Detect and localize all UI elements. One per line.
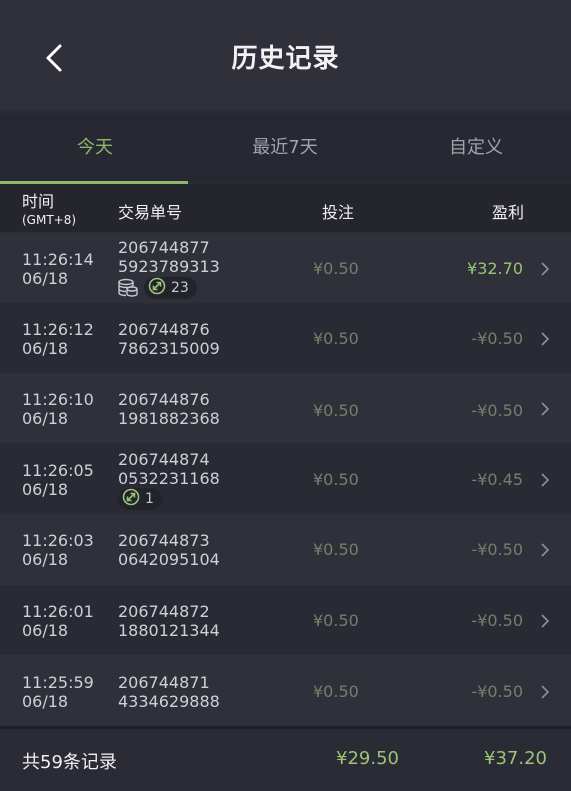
row-order-line1: 206744872 (118, 602, 210, 621)
row-time: 11:26:12 (22, 320, 94, 339)
app-header: 历史记录 (0, 0, 571, 110)
row-order-line2: 7862315009 (118, 339, 220, 358)
row-order-line1: 206744874 (118, 450, 210, 469)
row-time-cell: 11:25:59 06/18 (22, 673, 94, 711)
row-order-line1: 206744876 (118, 320, 210, 339)
row-bet: ¥0.50 (313, 329, 359, 348)
row-date: 06/18 (22, 269, 69, 288)
row-order-cell: 206744872 1880121344 (118, 602, 220, 640)
combo-badge: 23 (144, 277, 197, 299)
row-badges: 23 (118, 277, 197, 299)
column-header-time-label: 时间 (22, 192, 55, 211)
table-row[interactable]: 11:26:05 06/18 206744874 0532231168 1 ¥0… (0, 443, 571, 514)
row-time: 11:26:03 (22, 531, 94, 550)
row-order-line1: 206744877 (118, 238, 210, 257)
row-order-cell: 206744871 4334629888 (118, 673, 220, 711)
row-bet: ¥0.50 (313, 540, 359, 559)
table-row[interactable]: 11:26:10 06/18 206744876 1981882368 ¥0.5… (0, 373, 571, 443)
column-header-time: 时间 (GMT+8) (22, 193, 76, 229)
row-profit: -¥0.50 (471, 401, 523, 420)
row-profit: ¥32.70 (467, 259, 523, 278)
row-order-line2: 4334629888 (118, 692, 220, 711)
row-order-line1: 206744873 (118, 531, 210, 550)
row-bet: ¥0.50 (313, 259, 359, 278)
row-time: 11:25:59 (22, 673, 94, 692)
tab-custom[interactable]: 自定义 (381, 113, 571, 183)
row-time: 11:26:14 (22, 250, 94, 269)
table-row[interactable]: 11:25:59 06/18 206744871 4334629888 ¥0.5… (0, 655, 571, 726)
chevron-right-icon (539, 331, 551, 346)
row-order-cell: 206744874 0532231168 (118, 450, 220, 488)
row-order-cell: 206744873 0642095104 (118, 531, 220, 569)
row-time-cell: 11:26:03 06/18 (22, 531, 94, 569)
row-time: 11:26:10 (22, 390, 94, 409)
total-bet: ¥29.50 (336, 748, 399, 769)
row-order-cell: 206744877 5923789313 (118, 238, 220, 276)
row-bet: ¥0.50 (313, 401, 359, 420)
table-header: 时间 (GMT+8) 交易单号 投注 盈利 (0, 184, 571, 232)
tab-bar: 今天 最近7天 自定义 (0, 113, 571, 183)
chevron-right-icon (539, 542, 551, 557)
column-header-timezone: (GMT+8) (22, 213, 77, 227)
row-profit: -¥0.50 (471, 540, 523, 559)
coins-icon (118, 278, 138, 298)
summary-footer: 共59条记录 ¥29.50 ¥37.20 (0, 726, 571, 791)
row-order-line2: 1981882368 (118, 409, 220, 428)
chevron-right-icon (539, 613, 551, 628)
chevron-right-icon (539, 261, 551, 276)
row-time-cell: 11:26:10 06/18 (22, 390, 94, 428)
row-bet: ¥0.50 (313, 611, 359, 630)
tab-today[interactable]: 今天 (0, 113, 190, 183)
combo-badge: 1 (118, 488, 162, 510)
record-count: 共59条记录 (22, 752, 117, 773)
row-date: 06/18 (22, 692, 69, 711)
table-row[interactable]: 11:26:14 06/18 206744877 5923789313 23 ¥… (0, 233, 571, 303)
row-time-cell: 11:26:05 06/18 (22, 461, 94, 499)
row-profit: -¥0.50 (471, 611, 523, 630)
row-bet: ¥0.50 (313, 682, 359, 701)
row-order-line1: 206744876 (118, 390, 210, 409)
row-profit: -¥0.50 (471, 329, 523, 348)
row-order-line1: 206744871 (118, 673, 210, 692)
column-header-order: 交易单号 (118, 203, 183, 222)
combo-count: 1 (145, 491, 154, 507)
row-time-cell: 11:26:14 06/18 (22, 250, 94, 288)
chevron-right-icon (539, 684, 551, 699)
row-date: 06/18 (22, 550, 69, 569)
row-order-line2: 1880121344 (118, 621, 220, 640)
row-time-cell: 11:26:01 06/18 (22, 602, 94, 640)
row-order-line2: 5923789313 (118, 257, 220, 276)
row-order-line2: 0532231168 (118, 469, 220, 488)
row-order-cell: 206744876 7862315009 (118, 320, 220, 358)
row-time: 11:26:05 (22, 461, 94, 480)
row-date: 06/18 (22, 480, 69, 499)
combo-icon (122, 488, 145, 510)
row-date: 06/18 (22, 621, 69, 640)
row-profit: -¥0.45 (471, 470, 523, 489)
row-date: 06/18 (22, 339, 69, 358)
row-date: 06/18 (22, 409, 69, 428)
row-time-cell: 11:26:12 06/18 (22, 320, 94, 358)
row-time: 11:26:01 (22, 602, 94, 621)
page-title: 历史记录 (231, 44, 340, 74)
table-row[interactable]: 11:26:12 06/18 206744876 7862315009 ¥0.5… (0, 303, 571, 373)
row-bet: ¥0.50 (313, 470, 359, 489)
combo-count: 23 (171, 280, 189, 296)
chevron-right-icon (539, 472, 551, 487)
tab-last-7-days[interactable]: 最近7天 (190, 113, 380, 183)
table-row[interactable]: 11:26:01 06/18 206744872 1880121344 ¥0.5… (0, 585, 571, 655)
combo-icon (148, 277, 171, 299)
table-row[interactable]: 11:26:03 06/18 206744873 0642095104 ¥0.5… (0, 514, 571, 585)
chevron-right-icon (539, 401, 551, 416)
total-profit: ¥37.20 (484, 748, 547, 769)
column-header-profit: 盈利 (492, 203, 525, 222)
row-badges: 1 (118, 488, 162, 510)
row-order-cell: 206744876 1981882368 (118, 390, 220, 428)
row-order-line2: 0642095104 (118, 550, 220, 569)
column-header-bet: 投注 (322, 203, 355, 222)
row-profit: -¥0.50 (471, 682, 523, 701)
